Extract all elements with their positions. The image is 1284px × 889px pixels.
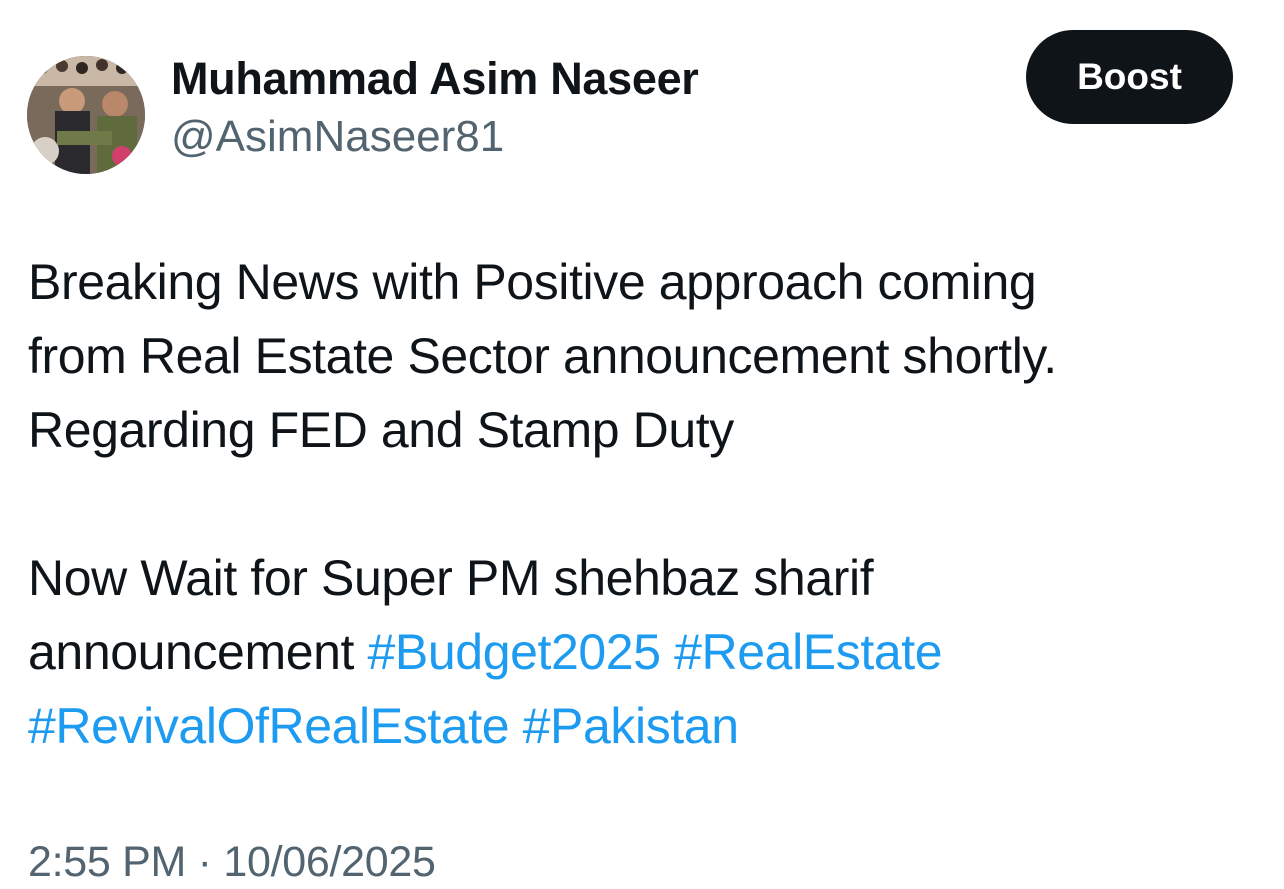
hashtag-pakistan[interactable]: #Pakistan [523,698,739,754]
tweet-line: Breaking News with Positive approach com… [28,254,1037,310]
boost-button[interactable]: Boost [1026,30,1233,124]
hashtag-realestate[interactable]: #RealEstate [674,624,942,680]
tweet-line: #RevivalOfRealEstate #Pakistan [28,689,1258,763]
tweet-line: from Real Estate Sector announcement sho… [28,328,1057,384]
author-handle[interactable]: @AsimNaseer81 [171,110,504,164]
avatar-photo [27,56,145,174]
hashtag-budget2025[interactable]: #Budget2025 [368,624,662,680]
tweet-line-text: announcement [28,624,368,680]
tweet-timestamp[interactable]: 2:55 PM · 10/06/2025 [28,835,436,889]
avatar[interactable] [27,56,145,174]
tweet-line: Now Wait for Super PM shehbaz sharif [28,550,874,606]
tweet-text: Breaking News with Positive approach com… [28,245,1258,763]
hashtag-revivalofrealestate[interactable]: #RevivalOfRealEstate [28,698,510,754]
paragraph-break [28,467,1258,541]
author-display-name[interactable]: Muhammad Asim Naseer [171,52,699,106]
tweet-line: announcement #Budget2025 #RealEstate [28,615,1258,689]
tweet-line: Regarding FED and Stamp Duty [28,402,734,458]
